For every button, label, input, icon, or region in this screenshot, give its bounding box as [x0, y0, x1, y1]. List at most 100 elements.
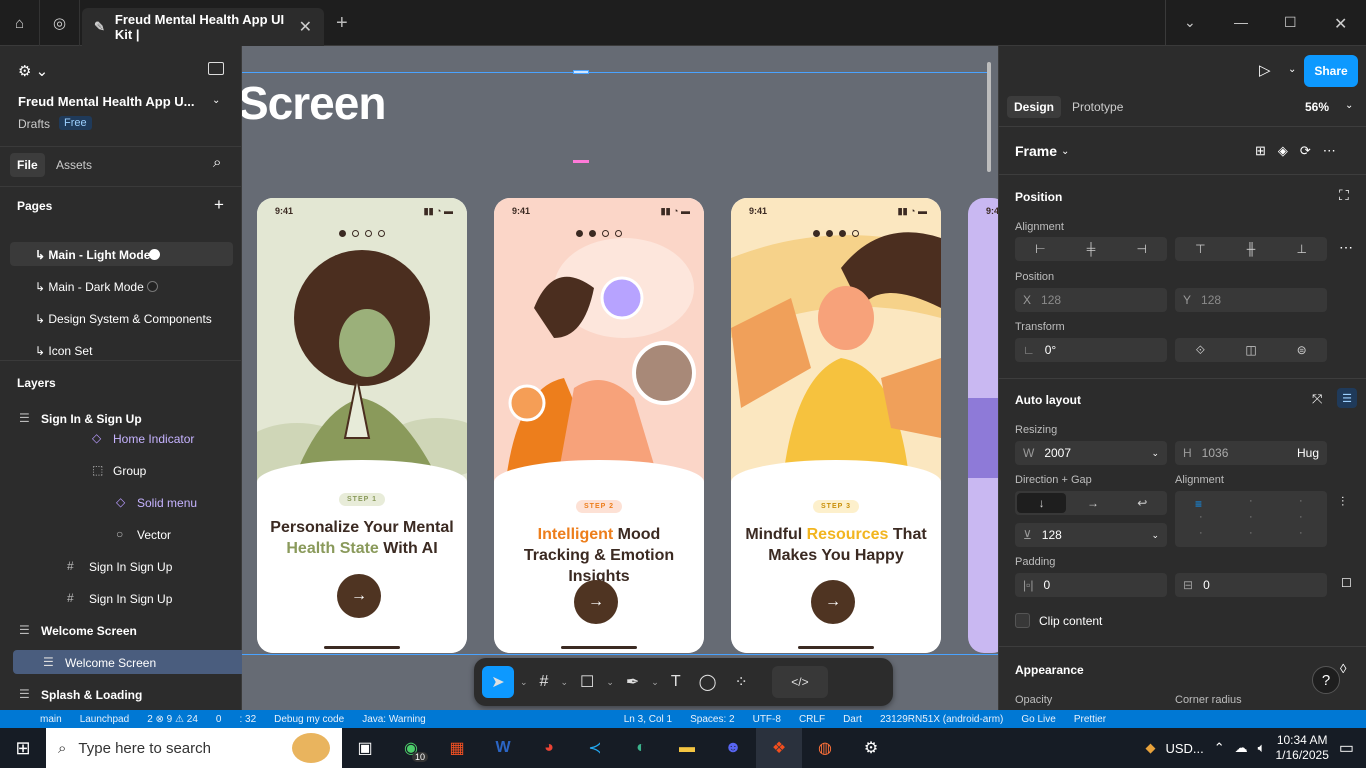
- layer-item[interactable]: Home Indicator: [113, 432, 194, 446]
- ports-status[interactable]: 0: [216, 714, 222, 725]
- chevron-down-icon[interactable]: ⌄: [212, 95, 220, 106]
- frame-dropdown[interactable]: Frame: [1015, 143, 1057, 159]
- edge-icon[interactable]: ◐: [618, 728, 664, 768]
- rotation-field[interactable]: ∟ 0°: [1015, 338, 1167, 362]
- windows-start-icon[interactable]: ⊞: [0, 728, 46, 768]
- notifications-icon[interactable]: ▭: [1339, 738, 1354, 758]
- onboarding-screen-3[interactable]: 9:41 ▮▮ ◔ ▬ STEP 3 Mindful Resources That…: [731, 198, 941, 653]
- frame-actions-icons[interactable]: ⊞◈⟳⋯: [1255, 143, 1348, 159]
- onboarding-screen-2[interactable]: 9:41 ▮▮ ◔ ▬ STEP 2 Intelligent Mood Track…: [494, 198, 704, 653]
- currency-widget[interactable]: USD...: [1165, 741, 1203, 756]
- taskbar-search[interactable]: ⌕ Type here to search: [46, 728, 342, 768]
- vscode-icon[interactable]: ≺: [572, 728, 618, 768]
- layer-item[interactable]: Sign In Sign Up: [89, 592, 172, 606]
- design-canvas[interactable]: Screen 9:41 ▮▮ ◔ ▬ STEP 1 Personalize You…: [242, 46, 998, 718]
- java-status[interactable]: Java: Warning: [362, 714, 426, 725]
- close-window-button[interactable]: ✕: [1334, 14, 1347, 34]
- word-icon[interactable]: W: [480, 728, 526, 768]
- layer-item[interactable]: Solid menu: [137, 496, 197, 510]
- chevron-down-icon[interactable]: ⌄: [560, 677, 568, 688]
- present-play-icon[interactable]: ▷: [1259, 61, 1271, 79]
- task-view-icon[interactable]: ▣: [342, 728, 388, 768]
- tab-file[interactable]: File: [10, 153, 45, 177]
- next-button[interactable]: →: [574, 580, 618, 624]
- launchpad-status[interactable]: Launchpad: [80, 714, 130, 725]
- add-page-icon[interactable]: +: [214, 195, 224, 215]
- move-tool-icon[interactable]: ➤: [482, 666, 514, 698]
- chrome-icon[interactable]: ◕: [526, 728, 572, 768]
- chevron-down-icon[interactable]: ⌄: [1061, 146, 1069, 157]
- vertical-scrollbar[interactable]: [987, 62, 991, 172]
- minimize-button[interactable]: —: [1234, 14, 1248, 30]
- encoding-status[interactable]: UTF-8: [753, 714, 781, 725]
- language-status[interactable]: Dart: [843, 714, 862, 725]
- onboarding-screen-1[interactable]: 9:41 ▮▮ ◔ ▬ STEP 1 Personalize Your Menta…: [257, 198, 467, 653]
- figma-menu-icon[interactable]: ⚙ ⌄: [18, 62, 48, 80]
- help-button[interactable]: ?: [1312, 666, 1340, 694]
- cursor-position[interactable]: Ln 3, Col 1: [624, 714, 672, 725]
- discord-icon[interactable]: ☻: [710, 728, 756, 768]
- drafts-label[interactable]: Drafts: [18, 117, 50, 131]
- width-field[interactable]: W 2007 ⌄: [1015, 441, 1167, 465]
- gap-field[interactable]: ⊻ 128 ⌄: [1015, 523, 1167, 547]
- layer-item[interactable]: Sign In & Sign Up: [41, 412, 142, 426]
- whatsapp-icon[interactable]: ◉ 10: [388, 728, 434, 768]
- comment-tool-icon[interactable]: ◯: [693, 666, 723, 698]
- network-icon[interactable]: ☁: [1235, 740, 1248, 756]
- search-icon[interactable]: ⌕: [213, 154, 221, 171]
- page-item-dark-mode[interactable]: ↳ Main - Dark Mode: [35, 280, 144, 294]
- go-live-status[interactable]: Go Live: [1021, 714, 1055, 725]
- volume-icon[interactable]: 🔈︎: [1258, 740, 1266, 756]
- tab-prototype[interactable]: Prototype: [1072, 100, 1123, 114]
- home-icon[interactable]: ⌂: [0, 0, 40, 46]
- page-item-design-system[interactable]: ↳ Design System & Components: [35, 312, 212, 326]
- alignment-grid[interactable]: ≡ · · · · · · · ·: [1175, 491, 1327, 547]
- file-tab[interactable]: ✎ Freud Mental Health App UI Kit | ✕: [82, 8, 324, 46]
- horizontal-align-group[interactable]: ⊢ ╪ ⊣: [1015, 237, 1167, 261]
- settings-gear-icon[interactable]: ⚙: [848, 728, 894, 768]
- zoom-level[interactable]: 56%: [1305, 100, 1329, 114]
- tab-design[interactable]: Design: [1007, 96, 1062, 118]
- auto-layout-settings-icon[interactable]: ☰: [1337, 388, 1357, 408]
- clock[interactable]: 10:34 AM 1/16/2025: [1275, 733, 1328, 763]
- chevron-down-icon[interactable]: ⌄: [520, 677, 528, 688]
- transform-buttons[interactable]: ⟐ ◫ ⊜: [1175, 338, 1327, 362]
- globe-icon[interactable]: ◎: [40, 0, 80, 46]
- maximize-button[interactable]: ☐: [1284, 14, 1297, 31]
- blend-mode-icon[interactable]: ◊: [1340, 661, 1346, 676]
- chevron-up-icon[interactable]: ⌃: [1214, 740, 1225, 756]
- layer-item-selected[interactable]: Welcome Screen: [65, 656, 156, 670]
- device-status[interactable]: 23129RN51X (android-arm): [880, 714, 1003, 725]
- constraints-icon[interactable]: ⛶: [1339, 187, 1349, 204]
- vertical-align-group[interactable]: ⊤ ╫ ⊥: [1175, 237, 1327, 261]
- chevron-down-icon[interactable]: ⌄: [1345, 100, 1353, 111]
- layer-item[interactable]: Welcome Screen: [41, 624, 137, 638]
- height-field[interactable]: H 1036 Hug: [1175, 441, 1327, 465]
- debug-status[interactable]: Debug my code: [274, 714, 344, 725]
- remove-auto-layout-icon[interactable]: ⤧: [1312, 391, 1322, 407]
- page-item-icon-set[interactable]: ↳ Icon Set: [35, 344, 92, 358]
- layer-item[interactable]: Splash & Loading: [41, 688, 142, 702]
- figma-icon[interactable]: ❖: [756, 728, 802, 768]
- microsoft-store-icon[interactable]: ▦: [434, 728, 480, 768]
- direction-group[interactable]: ↓ → ↩: [1015, 491, 1167, 515]
- close-tab-icon[interactable]: ✕: [299, 17, 312, 37]
- firefox-icon[interactable]: ◍: [802, 728, 848, 768]
- new-tab-button[interactable]: +: [336, 12, 348, 35]
- advanced-layout-icon[interactable]: ⫶: [1341, 494, 1344, 510]
- file-explorer-icon[interactable]: ▬: [664, 728, 710, 768]
- more-icon[interactable]: ⋯: [1339, 239, 1353, 256]
- x-position-field[interactable]: X 128: [1015, 288, 1167, 312]
- layer-item[interactable]: Sign In Sign Up: [89, 560, 172, 574]
- layer-item[interactable]: Group: [113, 464, 146, 478]
- text-tool-icon[interactable]: T: [665, 666, 687, 698]
- page-item-light-mode[interactable]: ↳ Main - Light Mode: [35, 248, 150, 262]
- onboarding-screen-4-partial[interactable]: 9:4: [968, 198, 998, 653]
- vertical-padding-field[interactable]: ⊟ 0: [1175, 573, 1327, 597]
- individual-padding-icon[interactable]: ☐: [1341, 576, 1352, 590]
- chevron-down-icon[interactable]: ⌄: [1288, 64, 1296, 75]
- file-name[interactable]: Freud Mental Health App U...: [18, 94, 194, 109]
- share-button[interactable]: Share: [1304, 55, 1358, 87]
- clip-content-checkbox[interactable]: [1015, 613, 1030, 628]
- chevron-down-icon[interactable]: ⌄: [1184, 14, 1196, 31]
